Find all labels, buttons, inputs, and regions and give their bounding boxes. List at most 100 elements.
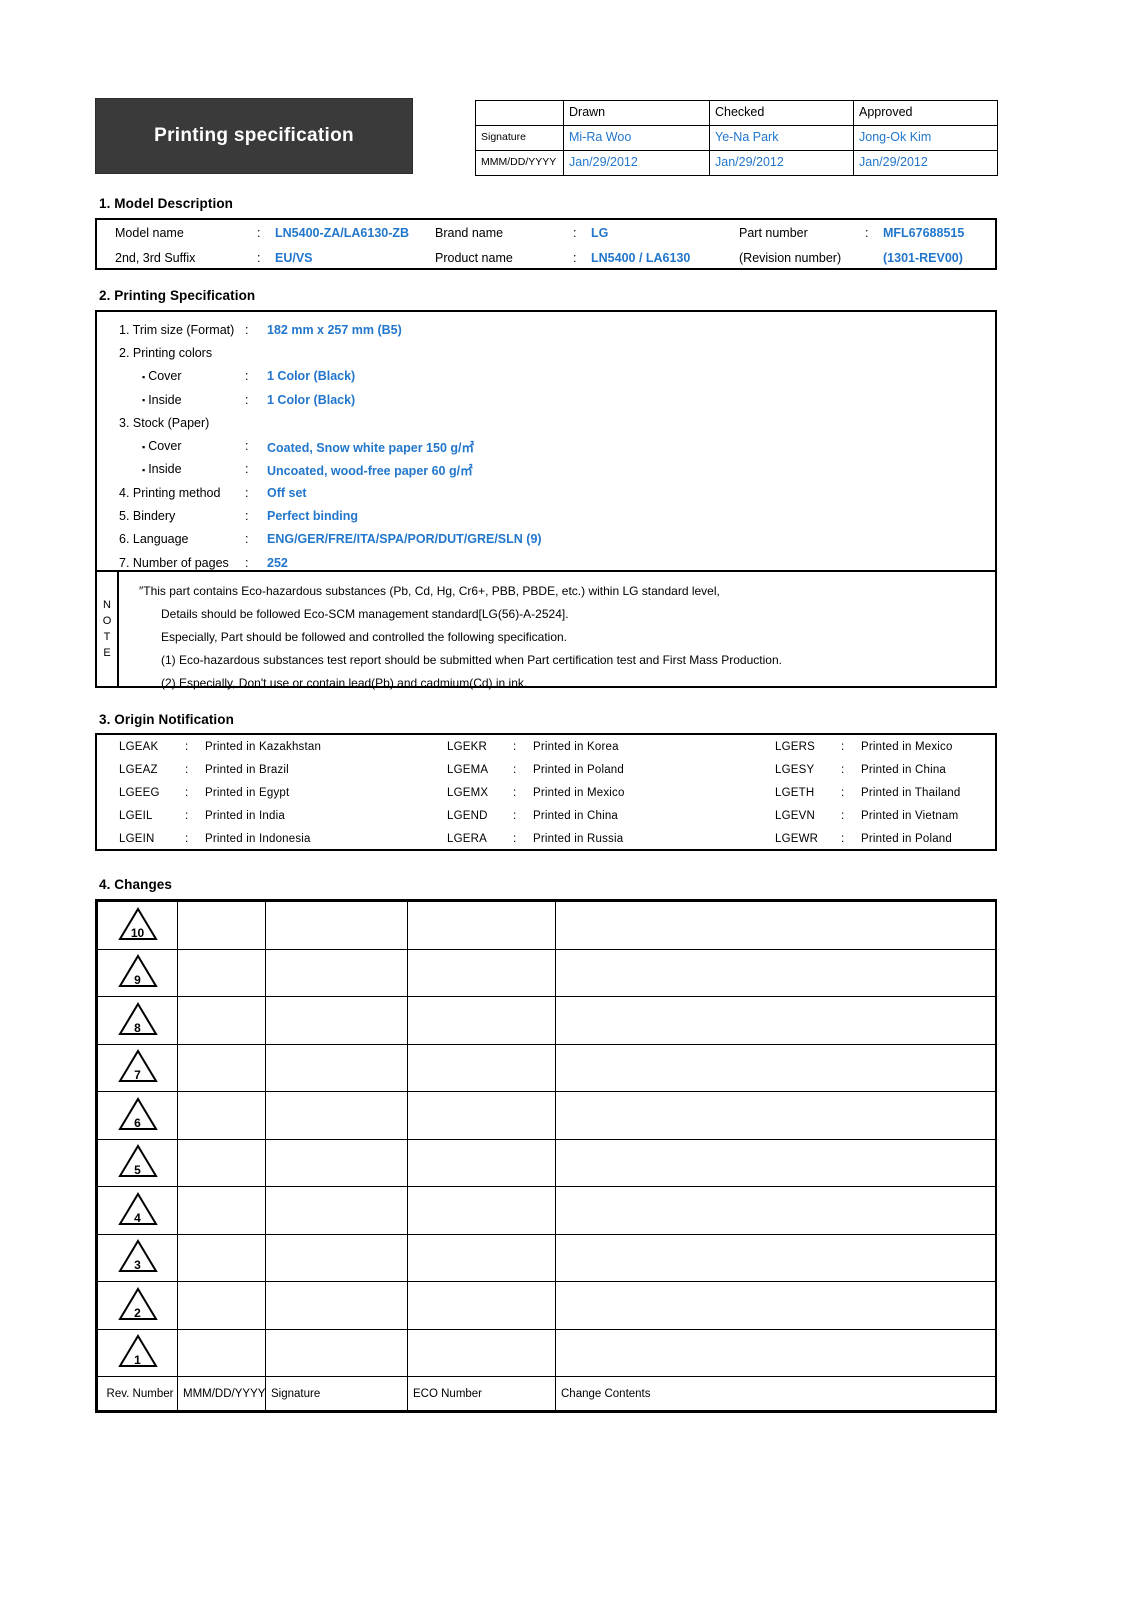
revision-number: 7: [134, 1068, 141, 1083]
model-name-value: LN5400-ZA/LA6130-ZB: [275, 225, 410, 240]
signoff-column-header: Checked: [709, 100, 854, 126]
table-row: Drawn Checked Approved: [475, 100, 998, 126]
spec-label: 4. Printing method: [119, 485, 221, 500]
signoff-date-0: Jan/29/2012: [563, 150, 710, 176]
origin-place: Printed in China: [533, 810, 619, 823]
document-header: Printing specification Drawn Checked Appro…: [95, 98, 998, 176]
colon: :: [245, 485, 249, 500]
spec-label: ▪ Inside: [142, 392, 182, 407]
revision-signature-cell: [265, 1233, 408, 1282]
colon: :: [245, 555, 249, 570]
section-heading-origin-notification: 3. Origin Notification: [99, 712, 234, 727]
origin-place: Printed in Mexico: [861, 740, 953, 753]
printing-specification-block: 1. Trim size (Format): 182 mm x 257 mm (B…: [95, 310, 997, 690]
spec-label: ▪ Inside: [142, 462, 182, 477]
bullet-icon: ▪: [142, 441, 146, 452]
revision-number: 3: [134, 1258, 141, 1273]
revision-number-cell: 9: [97, 948, 178, 997]
origin-place: Printed in Korea: [533, 740, 619, 753]
suffix-value: EU/VS: [275, 250, 313, 265]
table-row: 2nd, 3rd Suffix : EU/VS Product name : L…: [97, 245, 999, 270]
note-label-char: T: [103, 631, 111, 643]
revision-contents-cell: [555, 1043, 996, 1092]
spec-value: Coated, Snow white paper 150 g/㎡: [267, 440, 474, 455]
note-label-char: O: [102, 615, 112, 628]
spec-value: Perfect binding: [267, 509, 358, 524]
origin-code: LGEVN: [775, 810, 815, 823]
bullet-icon: ▪: [142, 465, 146, 476]
revision-number: 6: [134, 1115, 141, 1130]
warning-triangle-icon: 7: [117, 1049, 158, 1083]
note-line: Details should be followed Eco-SCM manag…: [161, 607, 569, 621]
revision-eco-number-cell: [407, 1328, 556, 1377]
table-row: 5: [97, 1138, 996, 1187]
table-row: 8: [97, 996, 996, 1045]
revision-date-cell: [177, 1091, 266, 1140]
spec-label: 1. Trim size (Format): [119, 322, 235, 337]
origin-place: Printed in Mexico: [533, 786, 625, 799]
colon: :: [841, 810, 845, 823]
colon: [865, 245, 883, 270]
signoff-row-label: Signature: [475, 125, 564, 151]
origin-notification-table: LGEAK: Printed in Kazakhstan LGEKR: Printed…: [97, 735, 1081, 851]
table-row: LGEAZ: Printed in Brazil LGEMA: Printed in …: [97, 758, 1081, 781]
revision-number-cell: 3: [97, 1233, 178, 1282]
origin-code: LGEMX: [447, 786, 489, 799]
table-row: 3: [97, 1233, 996, 1282]
revision-number-cell: 4: [97, 1186, 178, 1235]
origin-place: Printed in China: [861, 763, 947, 776]
revision-contents-cell: [555, 996, 996, 1045]
colon: :: [841, 786, 845, 799]
section-heading-model-description: 1. Model Description: [99, 196, 234, 211]
table-row: LGEEG: Printed in Egypt LGEMX: Printed in M…: [97, 781, 1081, 804]
colon: :: [513, 833, 517, 846]
origin-place: Printed in Indonesia: [205, 833, 311, 846]
page-title: Printing specification: [95, 98, 413, 174]
origin-place: Printed in Russia: [533, 833, 624, 846]
spec-label: ▪ Cover: [142, 439, 182, 454]
spec-value: 1 Color (Black): [267, 392, 356, 407]
warning-triangle-icon: 5: [117, 1144, 158, 1178]
origin-code: LGEIN: [119, 833, 155, 846]
origin-code: LGETH: [775, 786, 815, 799]
revision-number-cell: 1: [97, 1328, 178, 1377]
colon: :: [245, 322, 249, 337]
origin-code: LGEMA: [447, 763, 489, 776]
revision-number: 8: [134, 1020, 141, 1035]
origin-place: Printed in India: [205, 810, 285, 823]
colon: :: [185, 786, 189, 799]
warning-triangle-icon: 4: [117, 1191, 158, 1226]
origin-place: Printed in Poland: [533, 763, 624, 776]
colon: :: [573, 225, 577, 240]
table-row: 4: [97, 1186, 996, 1235]
colon: :: [841, 763, 845, 776]
model-description-table: Model name : LN5400-ZA/LA6130-ZB Brand n…: [97, 220, 999, 270]
origin-code: LGERA: [447, 833, 487, 846]
spec-row: 1. Trim size (Format): 182 mm x 257 mm (B…: [97, 318, 995, 341]
colon: :: [513, 763, 517, 776]
warning-triangle-icon: 10: [117, 906, 158, 941]
spec-value: 182 mm x 257 mm (B5): [267, 322, 402, 337]
revision-number-cell: 7: [97, 1043, 178, 1092]
colon: :: [865, 225, 869, 240]
suffix-label: 2nd, 3rd Suffix: [115, 250, 196, 265]
warning-triangle-icon: 8: [117, 1001, 158, 1036]
changes-block: 10 9 8 7 6 5 4 3 2 1 Rev. Number MMM/DD/YYYY Signatu…: [95, 899, 997, 1413]
spec-value: ENG/GER/FRE/ITA/SPA/POR/DUT/GRE/SLN (9): [267, 532, 542, 547]
colon: :: [185, 833, 189, 846]
table-footer-row: Rev. Number MMM/DD/YYYY Signature ECO Numbe…: [97, 1376, 996, 1411]
origin-place: Printed in Brazil: [205, 763, 289, 776]
bullet-icon: ▪: [142, 371, 146, 382]
revision-contents-cell: [555, 901, 996, 950]
revision-signature-cell: [265, 1138, 408, 1187]
revision-number-cell: 5: [97, 1138, 178, 1187]
revision-contents-cell: [555, 1328, 996, 1377]
colon: :: [245, 462, 249, 477]
spec-value: Uncoated, wood-free paper 60 g/㎡: [267, 463, 473, 478]
revision-contents-cell: [555, 1233, 996, 1282]
revision-signature-cell: [265, 1091, 408, 1140]
table-row: 6: [97, 1091, 996, 1140]
section-heading-changes: 4. Changes: [99, 877, 173, 892]
spec-label: ▪ Cover: [142, 369, 182, 384]
table-row: 7: [97, 1043, 996, 1092]
